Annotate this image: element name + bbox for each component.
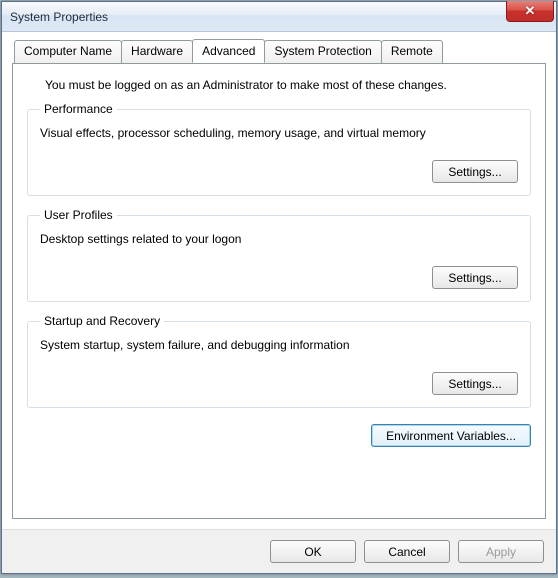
environment-variables-row: Environment Variables... [27,420,531,453]
close-icon: ✕ [525,3,536,19]
startup-recovery-settings-button[interactable]: Settings... [432,372,518,395]
group-performance: Performance Visual effects, processor sc… [27,102,531,196]
system-properties-window: System Properties ✕ Computer Name Hardwa… [1,1,557,574]
environment-variables-button[interactable]: Environment Variables... [371,424,531,447]
close-button[interactable]: ✕ [506,1,554,22]
group-performance-legend: Performance [40,102,117,116]
tab-system-protection[interactable]: System Protection [264,40,381,63]
apply-button[interactable]: Apply [458,540,544,563]
group-user-profiles-legend: User Profiles [40,208,117,222]
tab-advanced[interactable]: Advanced [192,39,265,63]
ok-button[interactable]: OK [270,540,356,563]
tab-panel-advanced: You must be logged on as an Administrato… [12,63,546,519]
cancel-button[interactable]: Cancel [364,540,450,563]
group-startup-recovery-actions: Settings... [40,372,518,395]
performance-settings-button[interactable]: Settings... [432,160,518,183]
group-startup-recovery-legend: Startup and Recovery [40,314,164,328]
client-area: Computer Name Hardware Advanced System P… [2,32,556,529]
titlebar[interactable]: System Properties ✕ [2,2,556,32]
group-startup-recovery: Startup and Recovery System startup, sys… [27,314,531,408]
group-performance-actions: Settings... [40,160,518,183]
group-user-profiles: User Profiles Desktop settings related t… [27,208,531,302]
group-performance-desc: Visual effects, processor scheduling, me… [40,126,518,140]
tab-hardware[interactable]: Hardware [121,40,193,63]
tab-strip: Computer Name Hardware Advanced System P… [14,40,546,63]
group-user-profiles-desc: Desktop settings related to your logon [40,232,518,246]
group-user-profiles-actions: Settings... [40,266,518,289]
admin-notice: You must be logged on as an Administrato… [27,78,531,102]
window-title: System Properties [10,10,108,24]
tab-remote[interactable]: Remote [381,40,443,63]
dialog-button-row: OK Cancel Apply [2,529,556,573]
user-profiles-settings-button[interactable]: Settings... [432,266,518,289]
tab-computer-name[interactable]: Computer Name [14,40,122,63]
group-startup-recovery-desc: System startup, system failure, and debu… [40,338,518,352]
